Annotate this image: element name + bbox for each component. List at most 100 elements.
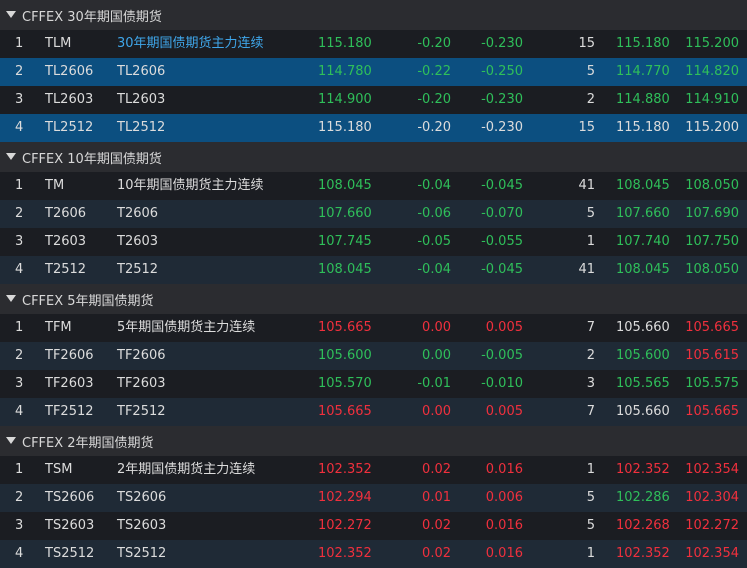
last-price: 114.780 — [318, 64, 372, 79]
volume: 1 — [586, 234, 595, 249]
price-change: -0.01 — [417, 376, 451, 391]
contract-name: TL2606 — [117, 64, 166, 79]
price-change: -0.20 — [417, 92, 451, 107]
price-change-pct: -0.005 — [481, 348, 523, 363]
row-index: 2 — [15, 348, 24, 363]
group-header[interactable]: CFFEX 30年期国债期货 — [0, 0, 747, 30]
row-index: 3 — [15, 92, 24, 107]
contract-name: TF2603 — [117, 376, 166, 391]
volume: 1 — [586, 462, 595, 477]
price-change: 0.02 — [422, 546, 451, 561]
quote-row[interactable]: 2 TS2606 TS2606 102.294 0.01 0.006 5 102.286 102… — [0, 484, 747, 512]
quote-row[interactable]: 4 TF2512 TF2512 105.665 0.00 0.005 7 105.660 105… — [0, 398, 747, 426]
ask-price: 108.050 — [685, 178, 739, 193]
collapse-caret-icon[interactable] — [6, 426, 20, 456]
price-change-pct: -0.045 — [481, 262, 523, 277]
price-change-pct: -0.230 — [481, 120, 523, 135]
ask-price: 102.354 — [685, 462, 739, 477]
contract-code: TF2606 — [45, 348, 94, 363]
price-change: -0.05 — [417, 234, 451, 249]
collapse-caret-icon[interactable] — [6, 142, 20, 172]
quote-row[interactable]: 2 TL2606 TL2606 114.780 -0.22 -0.250 5 114.770 1… — [0, 58, 747, 86]
contract-code: T2606 — [45, 206, 87, 221]
group-title: CFFEX 5年期国债期货 — [22, 293, 154, 309]
quote-row[interactable]: 2 TF2606 TF2606 105.600 0.00 -0.005 2 105.600 10… — [0, 342, 747, 370]
quote-row[interactable]: 3 TF2603 TF2603 105.570 -0.01 -0.010 3 105.565 1… — [0, 370, 747, 398]
ask-price: 115.200 — [685, 36, 739, 51]
volume: 15 — [578, 36, 595, 51]
last-price: 115.180 — [318, 36, 372, 51]
contract-name: TL2603 — [117, 92, 166, 107]
volume: 1 — [586, 546, 595, 561]
bid-price: 102.286 — [616, 490, 670, 505]
last-price: 105.570 — [318, 376, 372, 391]
last-price: 102.272 — [318, 518, 372, 533]
row-index: 3 — [15, 234, 24, 249]
price-change: 0.00 — [422, 404, 451, 419]
row-index: 1 — [15, 178, 24, 193]
quote-row[interactable]: 4 TS2512 TS2512 102.352 0.02 0.016 1 102.352 102… — [0, 540, 747, 568]
group-header[interactable]: CFFEX 10年期国债期货 — [0, 142, 747, 172]
volume: 2 — [586, 92, 595, 107]
group-header[interactable]: CFFEX 2年期国债期货 — [0, 426, 747, 456]
volume: 3 — [586, 376, 595, 391]
last-price: 105.665 — [318, 404, 372, 419]
volume: 5 — [586, 490, 595, 505]
price-change: 0.01 — [422, 490, 451, 505]
price-change: -0.20 — [417, 36, 451, 51]
contract-code: TFM — [45, 320, 72, 335]
quote-row[interactable]: 3 TL2603 TL2603 114.900 -0.20 -0.230 2 114.880 1… — [0, 86, 747, 114]
row-index: 4 — [15, 546, 24, 561]
price-change-pct: -0.070 — [481, 206, 523, 221]
last-price: 105.600 — [318, 348, 372, 363]
quote-row[interactable]: 1 TLM 30年期国债期货主力连续 115.180 -0.20 -0.230 15 115.… — [0, 30, 747, 58]
row-index: 1 — [15, 320, 24, 335]
quote-row[interactable]: 2 T2606 T2606 107.660 -0.06 -0.070 5 107.660 107… — [0, 200, 747, 228]
quote-row[interactable]: 1 TSM 2年期国债期货主力连续 102.352 0.02 0.016 1 102.352 1… — [0, 456, 747, 484]
collapse-caret-icon[interactable] — [6, 284, 20, 314]
bid-price: 115.180 — [616, 36, 670, 51]
price-change-pct: 0.005 — [485, 404, 523, 419]
group-title: CFFEX 2年期国债期货 — [22, 435, 154, 451]
quote-row[interactable]: 4 TL2512 TL2512 115.180 -0.20 -0.230 15 115.180… — [0, 114, 747, 142]
price-change: -0.04 — [417, 262, 451, 277]
contract-code: TL2606 — [45, 64, 94, 79]
contract-code: T2512 — [45, 262, 87, 277]
ask-price: 107.750 — [685, 234, 739, 249]
quote-row[interactable]: 4 T2512 T2512 108.045 -0.04 -0.045 41 108.045 10… — [0, 256, 747, 284]
contract-code: TL2603 — [45, 92, 94, 107]
row-index: 2 — [15, 490, 24, 505]
ask-price: 105.575 — [685, 376, 739, 391]
row-index: 2 — [15, 206, 24, 221]
ask-price: 114.820 — [685, 64, 739, 79]
contract-code: TLM — [45, 36, 72, 51]
last-price: 102.352 — [318, 546, 372, 561]
contract-name: T2606 — [117, 206, 159, 221]
collapse-caret-icon[interactable] — [6, 0, 20, 30]
bid-price: 102.268 — [616, 518, 670, 533]
last-price: 107.660 — [318, 206, 372, 221]
contract-name: TS2606 — [117, 490, 167, 505]
volume: 2 — [586, 348, 595, 363]
quote-board: CFFEX 30年期国债期货 1 TLM 30年期国债期货主力连续 115.180 -0.… — [0, 0, 747, 568]
quote-row[interactable]: 3 T2603 T2603 107.745 -0.05 -0.055 1 107.740 107… — [0, 228, 747, 256]
bid-price: 115.180 — [616, 120, 670, 135]
bid-price: 107.740 — [616, 234, 670, 249]
contract-code: TS2512 — [45, 546, 95, 561]
group-header[interactable]: CFFEX 5年期国债期货 — [0, 284, 747, 314]
contract-name: T2512 — [117, 262, 159, 277]
price-change-pct: 0.016 — [485, 546, 523, 561]
last-price: 115.180 — [318, 120, 372, 135]
contract-code: TM — [45, 178, 65, 193]
quote-row[interactable]: 1 TFM 5年期国债期货主力连续 105.665 0.00 0.005 7 105.660 1… — [0, 314, 747, 342]
price-change-pct: -0.045 — [481, 178, 523, 193]
bid-price: 107.660 — [616, 206, 670, 221]
contract-code: TL2512 — [45, 120, 94, 135]
price-change-pct: -0.230 — [481, 36, 523, 51]
price-change-pct: -0.230 — [481, 92, 523, 107]
quote-row[interactable]: 3 TS2603 TS2603 102.272 0.02 0.016 5 102.268 102… — [0, 512, 747, 540]
quote-row[interactable]: 1 TM 10年期国债期货主力连续 108.045 -0.04 -0.045 41 108.0… — [0, 172, 747, 200]
row-index: 2 — [15, 64, 24, 79]
volume: 41 — [578, 178, 595, 193]
volume: 5 — [586, 206, 595, 221]
